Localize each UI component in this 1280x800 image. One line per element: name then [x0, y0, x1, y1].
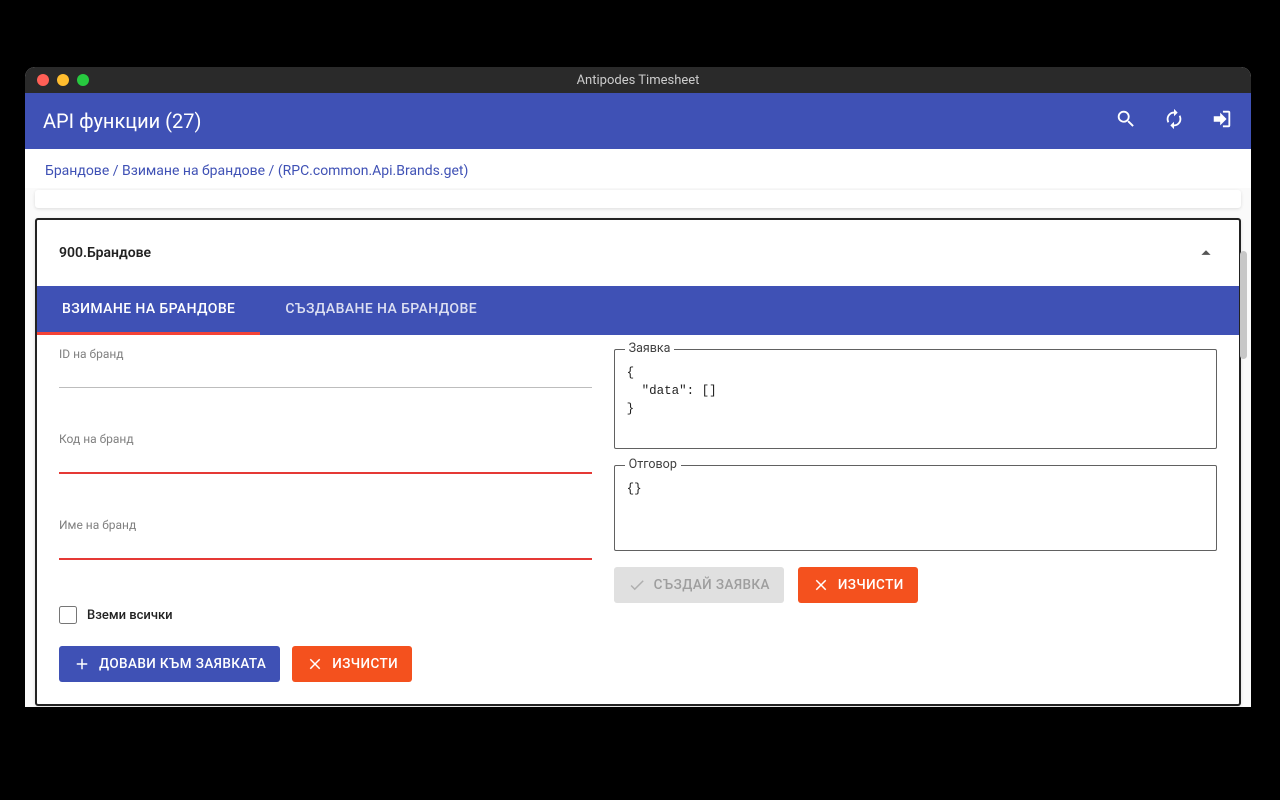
form-button-row: ДОВАВИ КЪМ ЗАЯВКАТА ИЗЧИСТИ — [59, 646, 592, 682]
checkbox-get-all[interactable] — [59, 606, 77, 624]
tab-get-brands[interactable]: ВЗИМАНЕ НА БРАНДОВЕ — [37, 286, 260, 335]
field-brand-name: Име на бранд — [59, 520, 592, 560]
form-inputs-column: ID на бранд Код на бранд Име на бранд Вз… — [59, 349, 592, 682]
checkbox-get-all-label: Вземи всички — [87, 608, 173, 623]
breadcrumb-item-get[interactable]: Взимане на брандове — [122, 163, 265, 179]
card-header[interactable]: 900.Брандове — [37, 220, 1239, 286]
request-box: Заявка { "data": [] } — [614, 349, 1217, 449]
breadcrumb-item-rpc: (RPC.common.Api.Brands.get) — [278, 163, 469, 179]
field-brand-code: Код на бранд — [59, 434, 592, 474]
close-icon — [812, 576, 830, 594]
request-response-column: Заявка { "data": [] } Отговор {} СЪЗДАЙ … — [614, 349, 1217, 682]
field-brand-id: ID на бранд — [59, 349, 592, 388]
previous-card-edge — [35, 190, 1241, 208]
window-title: Antipodes Timesheet — [577, 73, 700, 88]
response-label: Отговор — [625, 457, 681, 472]
app-window: Antipodes Timesheet API функции (27) Бра… — [25, 67, 1251, 707]
chevron-up-icon — [1195, 242, 1217, 264]
response-body: {} — [627, 480, 1204, 498]
response-box: Отговор {} — [614, 465, 1217, 551]
clear-request-button[interactable]: ИЗЧИСТИ — [798, 567, 918, 603]
request-button-row: СЪЗДАЙ ЗАЯВКА ИЗЧИСТИ — [614, 567, 1217, 603]
appbar-actions — [1115, 108, 1233, 134]
add-to-request-button[interactable]: ДОВАВИ КЪМ ЗАЯВКАТА — [59, 646, 280, 682]
close-window-button[interactable] — [37, 74, 49, 86]
input-brand-code[interactable] — [59, 434, 592, 474]
plus-icon — [73, 655, 91, 673]
app-bar: API функции (27) — [25, 93, 1251, 149]
input-brand-id[interactable] — [59, 349, 592, 388]
search-icon[interactable] — [1115, 108, 1137, 134]
minimize-window-button[interactable] — [57, 74, 69, 86]
refresh-icon[interactable] — [1163, 108, 1185, 134]
tabs: ВЗИМАНЕ НА БРАНДОВЕ СЪЗДАВАНЕ НА БРАНДОВ… — [37, 286, 1239, 335]
close-icon — [306, 655, 324, 673]
checkbox-get-all-row: Вземи всички — [59, 606, 592, 624]
card-title: 900.Брандове — [59, 245, 1195, 261]
window-controls — [37, 74, 89, 86]
breadcrumb-item-brands[interactable]: Брандове — [45, 163, 109, 179]
form-area: ID на бранд Код на бранд Име на бранд Вз… — [37, 335, 1239, 704]
brand-api-card: 900.Брандове ВЗИМАНЕ НА БРАНДОВЕ СЪЗДАВА… — [35, 218, 1241, 706]
clear-form-button[interactable]: ИЗЧИСТИ — [292, 646, 412, 682]
request-label: Заявка — [625, 341, 675, 356]
page-title: API функции (27) — [43, 109, 1115, 133]
check-icon — [628, 576, 646, 594]
maximize-window-button[interactable] — [77, 74, 89, 86]
submit-request-button[interactable]: СЪЗДАЙ ЗАЯВКА — [614, 567, 784, 603]
window-titlebar: Antipodes Timesheet — [25, 67, 1251, 93]
input-brand-name[interactable] — [59, 520, 592, 560]
request-body[interactable]: { "data": [] } — [627, 364, 1204, 418]
scrollbar-thumb[interactable] — [1240, 251, 1247, 359]
tab-create-brands[interactable]: СЪЗДАВАНЕ НА БРАНДОВЕ — [260, 286, 502, 335]
content-area: Брандове / Взимане на брандове / (RPC.co… — [25, 149, 1251, 707]
breadcrumb: Брандове / Взимане на брандове / (RPC.co… — [25, 149, 1251, 188]
logout-icon[interactable] — [1211, 108, 1233, 134]
